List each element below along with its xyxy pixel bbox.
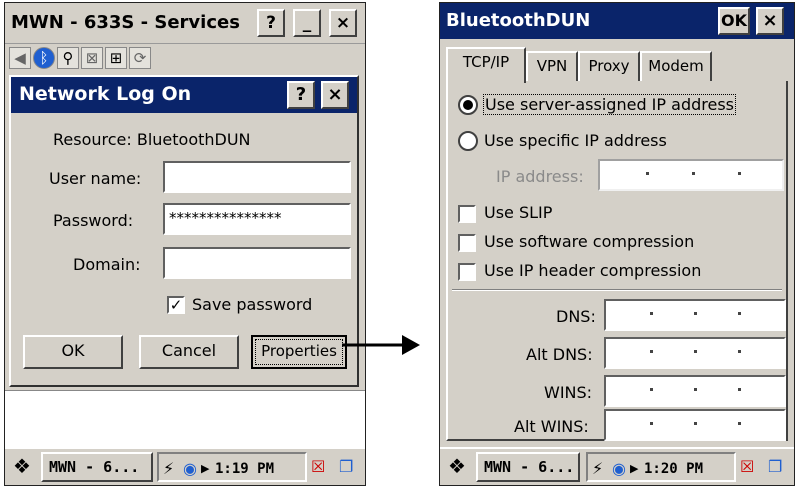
connection-icon[interactable]: ◉ <box>612 459 626 479</box>
task-button-mwn[interactable]: MWN - 6... <box>476 452 580 482</box>
ip-dot <box>692 172 695 175</box>
clock[interactable]: 1:19 PM <box>215 461 274 477</box>
close-button[interactable]: × <box>329 9 357 37</box>
start-windows-icon[interactable]: ❖ <box>9 453 35 479</box>
dialog-titlebar: Network Log On ? × <box>11 77 357 113</box>
ip-header-compression-label[interactable]: Use IP header compression <box>484 261 701 280</box>
network-log-on-dialog: Network Log On ? × Resource: BluetoothDU… <box>9 75 359 387</box>
ip-dot <box>738 172 741 175</box>
radio-server-assigned[interactable] <box>458 95 478 115</box>
alt-dns-field[interactable] <box>604 337 786 369</box>
tab-tcpip[interactable]: TCP/IP <box>446 47 526 83</box>
start-windows-icon[interactable]: ❖ <box>444 453 470 479</box>
arrow-right-icon: ▶ <box>630 462 639 475</box>
alt-wins-label: Alt WINS: <box>514 417 589 436</box>
dialog-close-button[interactable]: × <box>321 81 349 109</box>
wins-label: WINS: <box>544 383 593 402</box>
use-slip-checkbox[interactable] <box>458 205 476 223</box>
software-compression-label[interactable]: Use software compression <box>484 232 694 251</box>
password-field[interactable]: *************** <box>163 203 351 235</box>
dns-field[interactable] <box>604 299 786 331</box>
services-content-area <box>5 390 365 451</box>
ip-dot <box>650 350 653 353</box>
taskbar: ❖ MWN - 6... ⚡ ◉ ▶ 1:20 PM ☒ ❐ <box>440 447 794 485</box>
dialog-title: Network Log On <box>19 83 192 105</box>
task-button-mwn[interactable]: MWN - 6... <box>41 452 153 482</box>
ip-dot <box>694 388 697 391</box>
window-switch-icon[interactable]: ❐ <box>339 457 353 477</box>
ok-button[interactable]: OK <box>718 7 750 35</box>
system-tray: ⚡ ◉ ▶ 1:20 PM <box>586 452 736 482</box>
use-slip-label[interactable]: Use SLIP <box>484 203 552 222</box>
ip-dot <box>738 422 741 425</box>
tab-strip: TCP/IP VPN Proxy Modem <box>440 45 794 83</box>
ip-dot <box>738 312 741 315</box>
services-toolbar: ◀ ᛒ ⚲ ⊠ ⊞ ⟳ <box>5 44 365 76</box>
cancel-button[interactable]: Cancel <box>139 335 239 369</box>
ip-dot <box>650 388 653 391</box>
user-name-label: User name: <box>49 169 142 188</box>
minimize-button[interactable]: _ <box>293 9 321 37</box>
ip-dot <box>738 350 741 353</box>
back-icon[interactable]: ◀ <box>9 47 31 69</box>
tab-proxy[interactable]: Proxy <box>578 51 640 81</box>
close-button[interactable]: × <box>756 7 784 35</box>
power-plug-icon[interactable]: ⚡ <box>163 459 174 479</box>
radio-specific-ip[interactable] <box>458 131 478 151</box>
window-title: BluetoothDUN <box>446 10 591 31</box>
ip-address-label: IP address: <box>496 167 584 186</box>
window-title: MWN - 633S - Services <box>11 12 240 33</box>
services-titlebar: MWN - 633S - Services ? _ × <box>5 3 365 44</box>
connection-icon[interactable]: ◉ <box>183 459 197 479</box>
bluetooth-icon[interactable]: ᛒ <box>33 47 55 69</box>
server-assigned-label[interactable]: Use server-assigned IP address <box>483 94 736 115</box>
properties-button[interactable]: Properties <box>251 335 347 369</box>
ip-dot <box>694 350 697 353</box>
dialog-help-button[interactable]: ? <box>287 81 315 109</box>
system-tray: ⚡ ◉ ▶ 1:19 PM <box>157 452 307 482</box>
refresh-icon[interactable]: ⟳ <box>129 47 151 69</box>
radio-selected-dot <box>463 100 473 110</box>
ip-dot <box>646 172 649 175</box>
software-compression-checkbox[interactable] <box>458 234 476 252</box>
right-device-screen: BluetoothDUN OK × TCP/IP VPN Proxy Modem… <box>439 2 795 486</box>
ip-address-field <box>598 159 784 191</box>
alt-wins-field[interactable] <box>604 409 786 441</box>
password-label: Password: <box>53 211 134 230</box>
taskbar: ❖ MWN - 6... ⚡ ◉ ▶ 1:19 PM ☒ ❐ <box>5 447 365 485</box>
ok-button[interactable]: OK <box>23 335 123 369</box>
dns-label: DNS: <box>556 307 596 326</box>
specific-ip-label[interactable]: Use specific IP address <box>484 131 667 150</box>
tab-modem[interactable]: Modem <box>640 51 712 81</box>
separator <box>452 289 782 291</box>
ip-dot <box>650 422 653 425</box>
help-button[interactable]: ? <box>257 9 285 37</box>
left-device-screen: MWN - 633S - Services ? _ × ◀ ᛒ ⚲ ⊠ ⊞ ⟳ … <box>4 2 366 486</box>
bluetoothdun-titlebar: BluetoothDUN OK × <box>440 3 794 39</box>
clock[interactable]: 1:20 PM <box>644 461 703 477</box>
tools-icon[interactable]: ⚲ <box>57 47 79 69</box>
domain-label: Domain: <box>73 255 141 274</box>
disconnect-icon[interactable]: ⊠ <box>81 47 103 69</box>
resource-label: Resource: BluetoothDUN <box>53 130 251 149</box>
power-plug-icon[interactable]: ⚡ <box>592 459 603 479</box>
alt-dns-label: Alt DNS: <box>526 345 593 364</box>
tab-vpn[interactable]: VPN <box>526 51 578 81</box>
keyboard-off-icon[interactable]: ☒ <box>311 457 325 477</box>
ip-header-compression-checkbox[interactable] <box>458 263 476 281</box>
ip-dot <box>650 312 653 315</box>
user-name-field[interactable] <box>163 161 351 193</box>
wins-field[interactable] <box>604 375 786 407</box>
save-password-label: Save password <box>192 295 313 314</box>
arrow-right-icon: ▶ <box>201 462 210 475</box>
ip-dot <box>738 388 741 391</box>
ip-dot <box>694 312 697 315</box>
network-icon[interactable]: ⊞ <box>105 47 127 69</box>
ip-dot <box>694 422 697 425</box>
window-switch-icon[interactable]: ❐ <box>768 457 782 477</box>
domain-field[interactable] <box>163 247 351 279</box>
save-password-checkbox[interactable]: ✓ <box>167 296 185 314</box>
arrow-head <box>402 335 420 355</box>
keyboard-off-icon[interactable]: ☒ <box>740 457 754 477</box>
